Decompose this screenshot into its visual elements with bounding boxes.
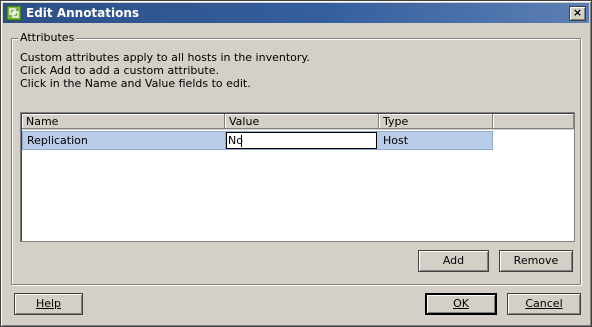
cancel-button[interactable]: Cancel (507, 293, 581, 315)
add-button[interactable]: Add (418, 250, 489, 272)
title-bar[interactable]: Edit Annotations × (3, 3, 589, 23)
cell-type[interactable]: Host (379, 132, 493, 149)
help-button[interactable]: Help (14, 293, 83, 315)
attributes-table[interactable]: Name Value Type Replication Host (20, 112, 575, 242)
column-header-value[interactable]: Value (225, 114, 379, 129)
table-row[interactable]: Replication Host (22, 131, 493, 150)
close-icon: × (572, 6, 583, 19)
cell-name[interactable]: Replication (23, 132, 226, 149)
table-header: Name Value Type (22, 114, 574, 130)
value-field[interactable] (226, 132, 377, 149)
attributes-group: Attributes Custom attributes apply to al… (11, 31, 581, 285)
cancel-button-label: Cancel (525, 297, 563, 310)
description-line-3: Click in the Name and Value fields to ed… (20, 77, 251, 90)
text-caret (241, 135, 242, 147)
edit-annotations-dialog: Edit Annotations × Attributes Custom att… (0, 0, 592, 327)
column-header-filler (493, 114, 574, 129)
ok-button[interactable]: OK (425, 293, 497, 315)
column-header-name[interactable]: Name (22, 114, 225, 129)
column-header-type[interactable]: Type (379, 114, 493, 129)
help-button-label: Help (35, 297, 62, 310)
app-icon (6, 5, 22, 21)
description-line-2: Click Add to add a custom attribute. (20, 64, 219, 77)
window-title: Edit Annotations (26, 6, 140, 20)
attributes-legend: Attributes (18, 31, 77, 44)
close-button[interactable]: × (569, 6, 586, 21)
description-line-1: Custom attributes apply to all hosts in … (20, 51, 310, 64)
remove-button[interactable]: Remove (499, 250, 573, 272)
ok-button-label: OK (453, 297, 469, 310)
